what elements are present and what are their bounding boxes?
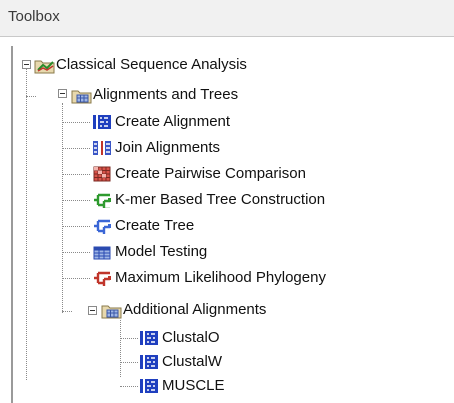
collapse-toggle-alignments[interactable] [58, 89, 67, 98]
tool-join-alignments[interactable]: Join Alignments [93, 137, 220, 159]
tree-guide-root [26, 68, 27, 380]
alignment-icon [140, 354, 158, 370]
tool-kmer-based-tree-construction[interactable]: K-mer Based Tree Construction [93, 189, 325, 211]
tool-label: Create Tree [115, 217, 195, 234]
tree-item-label: Additional Alignments [123, 301, 267, 318]
tree-green-icon [93, 192, 111, 211]
tree-red-icon [93, 270, 111, 287]
tree-branch [62, 311, 72, 312]
tree-branch [62, 174, 90, 175]
tree-branch [62, 226, 90, 227]
folder-table-icon [101, 302, 122, 319]
tree-item-label: Classical Sequence Analysis [56, 56, 247, 73]
tool-create-tree[interactable]: Create Tree [93, 215, 194, 237]
tree-branch [120, 362, 138, 363]
tool-label: Model Testing [115, 243, 208, 260]
collapse-toggle-additional[interactable] [88, 306, 97, 315]
tree-blue-icon [93, 218, 111, 235]
folder-chart-icon [34, 57, 55, 74]
alignment-icon [140, 378, 158, 394]
tree-branch [62, 148, 90, 149]
tool-label: K-mer Based Tree Construction [115, 191, 326, 208]
model-testing-icon [93, 244, 111, 260]
tool-label: MUSCLE [162, 377, 225, 394]
tool-model-testing[interactable]: Model Testing [93, 241, 207, 263]
toolbox-panel: Toolbox Classical Sequence Analysis Alig… [0, 0, 454, 403]
tool-muscle[interactable]: MUSCLE [140, 375, 225, 397]
tree-branch [26, 96, 36, 97]
tool-label: Create Alignment [115, 113, 231, 130]
tree-branch [62, 278, 90, 279]
pairwise-grid-icon [93, 166, 111, 182]
tool-clustalw[interactable]: ClustalW [140, 351, 222, 373]
folder-table-icon [71, 87, 92, 104]
tree-branch [62, 200, 90, 201]
tree-item-alignments-and-trees[interactable]: Alignments and Trees [71, 84, 238, 106]
tool-label: ClustalW [162, 353, 223, 370]
tool-create-pairwise-comparison[interactable]: Create Pairwise Comparison [93, 163, 306, 185]
tool-label: Maximum Likelihood Phylogeny [115, 269, 326, 286]
tree-branch [120, 338, 138, 339]
join-alignments-icon [93, 140, 111, 156]
tree-guide-alignments [62, 103, 63, 313]
tree-item-label: Alignments and Trees [93, 86, 239, 103]
tree-item-additional-alignments[interactable]: Additional Alignments [101, 299, 266, 321]
toolbox-tree: Classical Sequence Analysis Alignments a… [0, 0, 454, 403]
alignment-icon [140, 330, 158, 346]
tool-label: ClustalO [162, 329, 220, 346]
tree-branch [62, 252, 90, 253]
tool-create-alignment[interactable]: Create Alignment [93, 111, 230, 133]
alignment-icon [93, 114, 111, 130]
tool-label: Join Alignments [115, 139, 221, 156]
tree-guide-additional [120, 320, 121, 377]
tool-label: Create Pairwise Comparison [115, 165, 306, 182]
tree-branch [120, 386, 138, 387]
tool-maximum-likelihood-phylogeny[interactable]: Maximum Likelihood Phylogeny [93, 267, 326, 289]
tree-branch [62, 122, 90, 123]
tool-clustalo[interactable]: ClustalO [140, 327, 220, 349]
tree-item-classical-sequence-analysis[interactable]: Classical Sequence Analysis [34, 54, 247, 76]
collapse-toggle-classical[interactable] [22, 60, 31, 69]
